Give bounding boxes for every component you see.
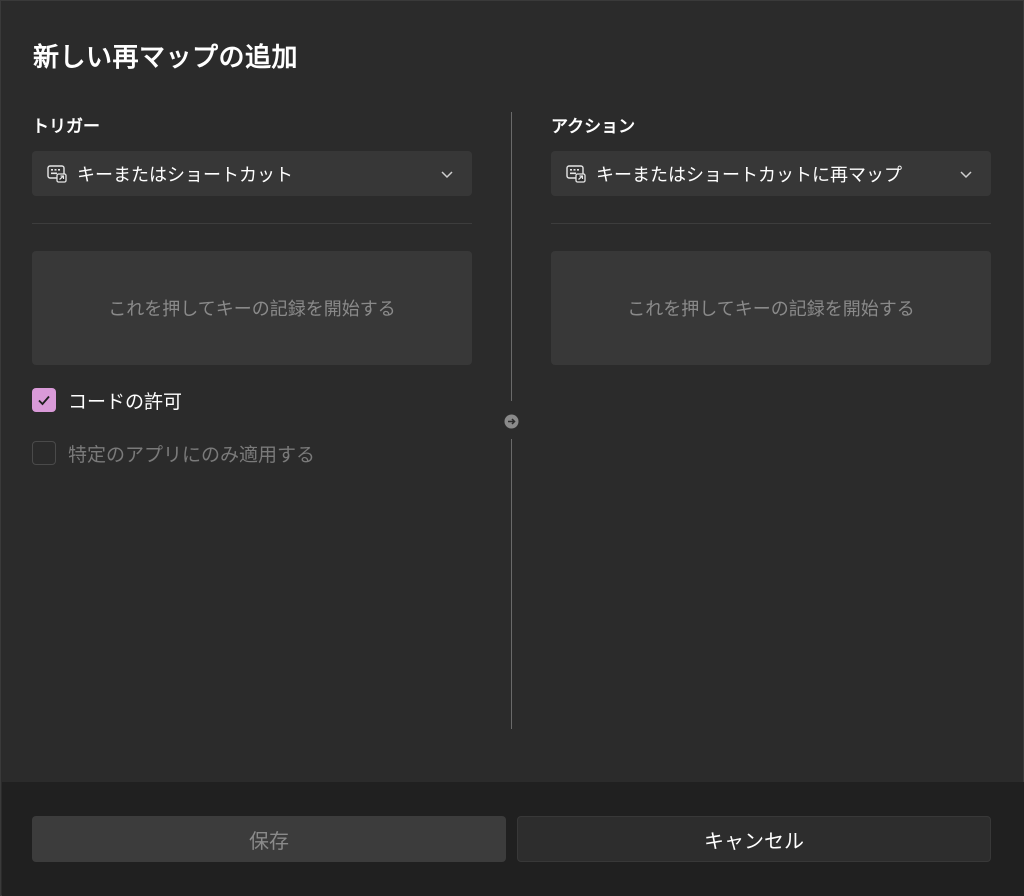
allow-chord-checkbox[interactable]: コードの許可: [32, 386, 472, 414]
add-remap-dialog: 新しい再マップの追加 トリガー キーまたはショートカット これを押してキーの記録…: [0, 0, 1024, 896]
action-record-button[interactable]: これを押してキーの記録を開始する: [551, 251, 991, 365]
checkbox-checked[interactable]: [32, 388, 56, 412]
action-divider: [551, 223, 991, 224]
trigger-section: トリガー キーまたはショートカット これを押してキーの記録を開始する コードの許…: [32, 113, 472, 467]
trigger-divider: [32, 223, 472, 224]
chevron-down-icon: [441, 170, 453, 178]
separator-line-top: [511, 112, 512, 401]
trigger-label: トリガー: [32, 117, 100, 137]
trigger-record-prompt: これを押してキーの記録を開始する: [108, 299, 396, 320]
save-button[interactable]: 保存: [32, 816, 506, 862]
separator-line-bottom: [511, 439, 512, 729]
cancel-button[interactable]: キャンセル: [517, 816, 991, 862]
trigger-type-value: キーまたはショートカット: [77, 164, 293, 186]
trigger-record-button[interactable]: これを押してキーの記録を開始する: [32, 251, 472, 365]
trigger-type-dropdown[interactable]: キーまたはショートカット: [32, 151, 472, 196]
dialog-footer: 保存 キャンセル: [2, 782, 1024, 896]
dialog-title: 新しい再マップの追加: [33, 43, 299, 73]
action-type-value: キーまたはショートカットに再マップ: [596, 164, 902, 186]
keyboard-icon: [566, 164, 586, 183]
chevron-down-icon: [960, 170, 972, 178]
app-specific-label: 特定のアプリにのみ適用する: [68, 443, 316, 466]
action-section: アクション キーまたはショートカットに再マップ これを押してキーの記録を開始する: [551, 113, 991, 365]
app-specific-checkbox[interactable]: 特定のアプリにのみ適用する: [32, 439, 472, 467]
action-label: アクション: [551, 117, 636, 137]
checkmark-icon: [38, 395, 50, 406]
action-type-dropdown[interactable]: キーまたはショートカットに再マップ: [551, 151, 991, 196]
arrow-right-icon: [504, 414, 519, 429]
keyboard-icon: [47, 164, 67, 183]
checkbox-unchecked[interactable]: [32, 441, 56, 465]
allow-chord-label: コードの許可: [68, 390, 183, 413]
action-record-prompt: これを押してキーの記録を開始する: [627, 299, 915, 320]
